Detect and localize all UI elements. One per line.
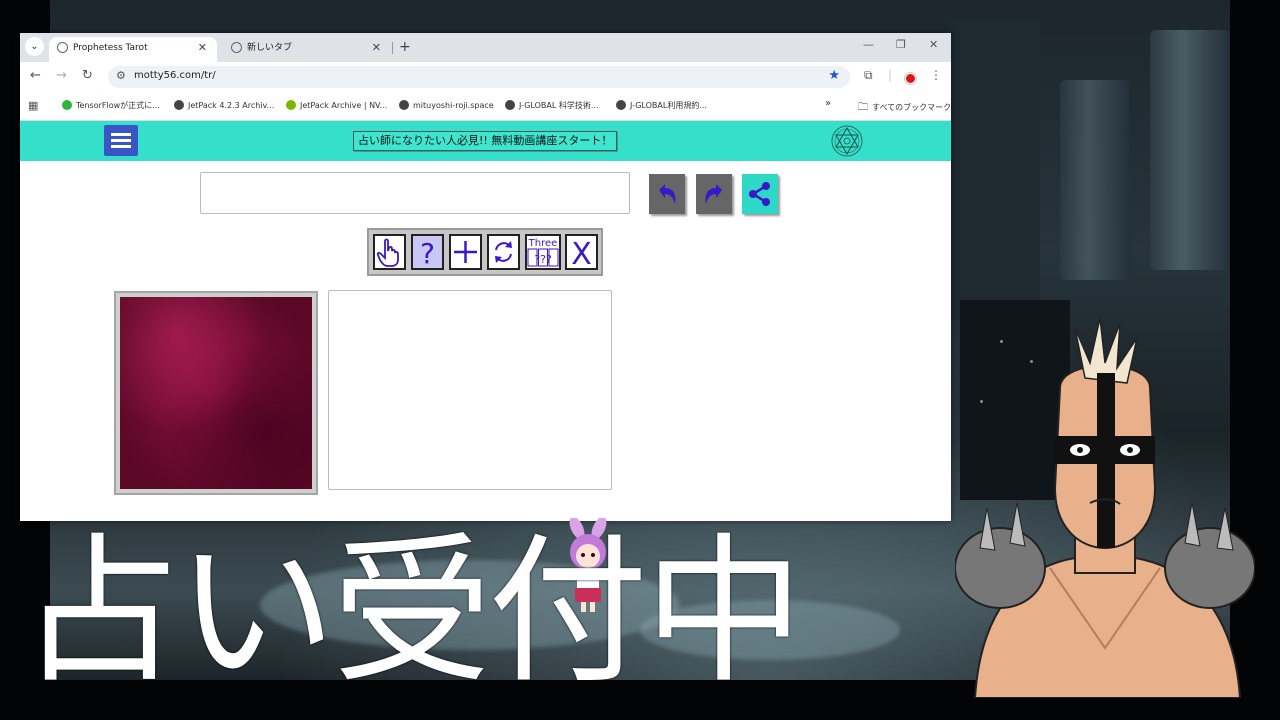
tarot-card-slot[interactable]	[114, 291, 318, 495]
toolbar-divider: |	[888, 68, 893, 82]
three-sub-label: ???	[534, 253, 552, 266]
help-button[interactable]: ?	[411, 234, 444, 270]
extensions-icon[interactable]: ⧉	[864, 68, 873, 83]
bookmark-label: JetPack Archive | NV...	[300, 101, 388, 110]
add-card-button[interactable]	[449, 234, 482, 270]
question-input[interactable]	[200, 172, 630, 214]
window-close-icon[interactable]: ✕	[929, 38, 938, 51]
new-tab-button[interactable]: +	[399, 37, 411, 57]
three-cards-icon: Three ???	[527, 238, 559, 267]
bookmark-label: J-GLOBAL 科学技術...	[519, 101, 599, 110]
bookmark-item[interactable]: J-GLOBAL利用規約...	[616, 100, 707, 111]
profile-avatar[interactable]	[905, 73, 916, 84]
tool-panel: ? Three ??? X	[367, 228, 603, 276]
all-bookmarks-button[interactable]: 🗀 すべてのブックマーク	[858, 100, 951, 117]
apps-grid-icon[interactable]: ▦	[28, 99, 38, 112]
globe-icon	[505, 100, 515, 110]
three-card-spread-button[interactable]: Three ???	[525, 234, 561, 270]
bookmark-item[interactable]: TensorFlowが正式に...	[62, 100, 160, 111]
site-favicon-icon	[57, 42, 68, 53]
tab-divider	[392, 42, 393, 54]
overlay-subtitle: 占い受付中	[20, 518, 804, 705]
site-info-icon[interactable]: ⚙	[116, 69, 126, 82]
nvidia-icon	[286, 100, 296, 110]
share-button[interactable]	[742, 174, 778, 214]
tab-strip: ⌄ Prophetess Tarot ✕ 新しいタブ ✕ + — ❐ ✕	[20, 33, 951, 62]
tab-prophetess-tarot[interactable]: Prophetess Tarot ✕	[49, 37, 217, 62]
bookmarks-overflow-button[interactable]: »	[825, 98, 831, 109]
address-bar[interactable]: ⚙ motty56.com/tr/ ★	[108, 66, 850, 88]
folder-icon: 🗀	[858, 102, 868, 113]
all-bookmarks-label: すべてのブックマーク	[872, 103, 952, 112]
reload-icon[interactable]: ↻	[82, 68, 93, 83]
masked-mascot-image	[955, 318, 1255, 698]
redo-icon	[705, 184, 722, 204]
three-label: Three	[528, 238, 558, 249]
restore-icon[interactable]: ❐	[896, 38, 906, 51]
minimize-icon[interactable]: —	[863, 38, 874, 51]
reshuffle-button[interactable]	[487, 234, 520, 270]
bookmarks-bar: ▦ TensorFlowが正式に... JetPack 4.2.3 Archiv…	[20, 93, 951, 121]
bookmark-label: JetPack 4.2.3 Archiv...	[188, 101, 275, 110]
close-button[interactable]: X	[565, 234, 598, 270]
bookmark-label: J-GLOBAL利用規約...	[630, 101, 707, 110]
hexagram-logo-icon[interactable]	[830, 124, 864, 158]
menu-button[interactable]	[104, 125, 138, 156]
globe-icon	[174, 100, 184, 110]
close-tab-icon[interactable]: ✕	[198, 37, 207, 59]
card-back-image[interactable]	[120, 297, 312, 489]
bookmark-star-icon[interactable]: ★	[828, 68, 840, 83]
tarot-page: 占い師になりたい人必見!! 無料動画講座スタート！ ? Three ??? X	[20, 121, 951, 521]
bookmark-item[interactable]: JetPack 4.2.3 Archiv...	[174, 100, 274, 110]
bookmark-item[interactable]: JetPack Archive | NV...	[286, 100, 387, 110]
question-mark-icon: ?	[420, 237, 435, 268]
forward-icon[interactable]: →	[56, 68, 67, 83]
close-tab-icon[interactable]: ✕	[372, 37, 381, 59]
more-menu-icon[interactable]: ⋮	[930, 68, 942, 82]
undo-icon	[659, 184, 676, 204]
browser-window: ⌄ Prophetess Tarot ✕ 新しいタブ ✕ + — ❐ ✕ ← →…	[20, 33, 951, 521]
help-glyph: ?	[420, 237, 435, 268]
bookmark-label: TensorFlowが正式に...	[76, 101, 160, 110]
promo-banner-link[interactable]: 占い師になりたい人必見!! 無料動画講座スタート！	[353, 131, 618, 151]
refresh-icon	[495, 241, 512, 263]
bookmark-item[interactable]: mituyoshi-roji.space	[399, 100, 494, 110]
x-icon: X	[571, 237, 592, 268]
tensorflow-icon	[62, 100, 72, 110]
redo-button[interactable]	[696, 174, 732, 214]
tab-title: 新しいタブ	[247, 43, 293, 53]
url-text: motty56.com/tr/	[134, 70, 216, 81]
pointing-hand-icon	[376, 238, 399, 267]
globe-icon	[399, 100, 409, 110]
globe-icon	[616, 100, 626, 110]
tab-title: Prophetess Tarot	[73, 43, 148, 53]
back-icon[interactable]: ←	[30, 68, 41, 83]
plus-icon	[454, 241, 477, 263]
bookmark-item[interactable]: J-GLOBAL 科学技術...	[505, 100, 599, 111]
browser-toolbar: ← → ↻ ⚙ motty56.com/tr/ ★ ⧉ | ⋮	[20, 62, 951, 93]
close-glyph: X	[571, 237, 592, 268]
pick-card-button[interactable]	[373, 234, 406, 270]
bookmark-label: mituyoshi-roji.space	[413, 101, 494, 110]
site-header: 占い師になりたい人必見!! 無料動画講座スタート！	[20, 121, 951, 161]
tab-new-tab[interactable]: 新しいタブ ✕	[223, 37, 391, 62]
chrome-icon	[231, 42, 242, 53]
share-icon	[749, 182, 770, 206]
tab-search-button[interactable]: ⌄	[25, 37, 44, 56]
reading-textarea[interactable]	[328, 290, 612, 490]
undo-button[interactable]	[649, 174, 685, 214]
